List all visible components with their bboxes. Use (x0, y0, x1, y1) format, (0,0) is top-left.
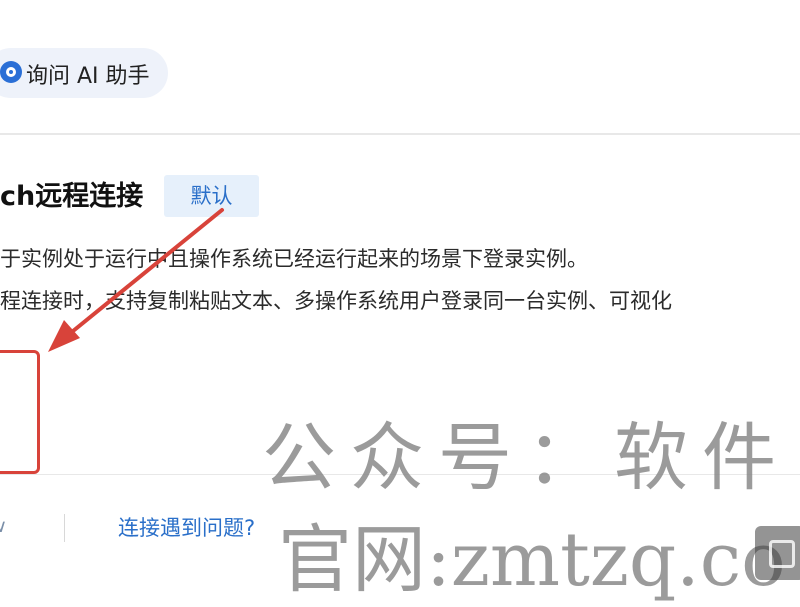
connection-description-line-2: 程连接时，支持复制粘贴文本、多操作系统用户登录同一台实例、可视化 (0, 289, 672, 313)
footer-separator (64, 514, 65, 542)
default-badge: 默认 (164, 175, 259, 217)
ask-ai-assistant-label: 询问 AI 助手 (26, 64, 150, 89)
top-bar: 询问 AI 助手 (0, 0, 800, 133)
connection-help-link[interactable]: 连接遇到问题? (118, 512, 255, 542)
ai-assistant-icon (0, 61, 22, 83)
watermark-line-1: 公众号：软件 (262, 415, 790, 501)
watermark-line-2: 官网:zmtzq.co (278, 517, 786, 603)
header-divider (0, 133, 800, 135)
connection-description-line-1: 于实例处于运行中且操作系统已经运行起来的场景下登录实例。 (0, 247, 588, 271)
ask-ai-assistant-button[interactable]: 询问 AI 助手 (0, 48, 168, 98)
connection-title: ch远程连接 (0, 181, 144, 212)
highlighted-option-card[interactable] (0, 350, 40, 474)
chevron-down-icon[interactable]: ∨ (0, 516, 7, 537)
corner-logo-badge (755, 526, 800, 580)
